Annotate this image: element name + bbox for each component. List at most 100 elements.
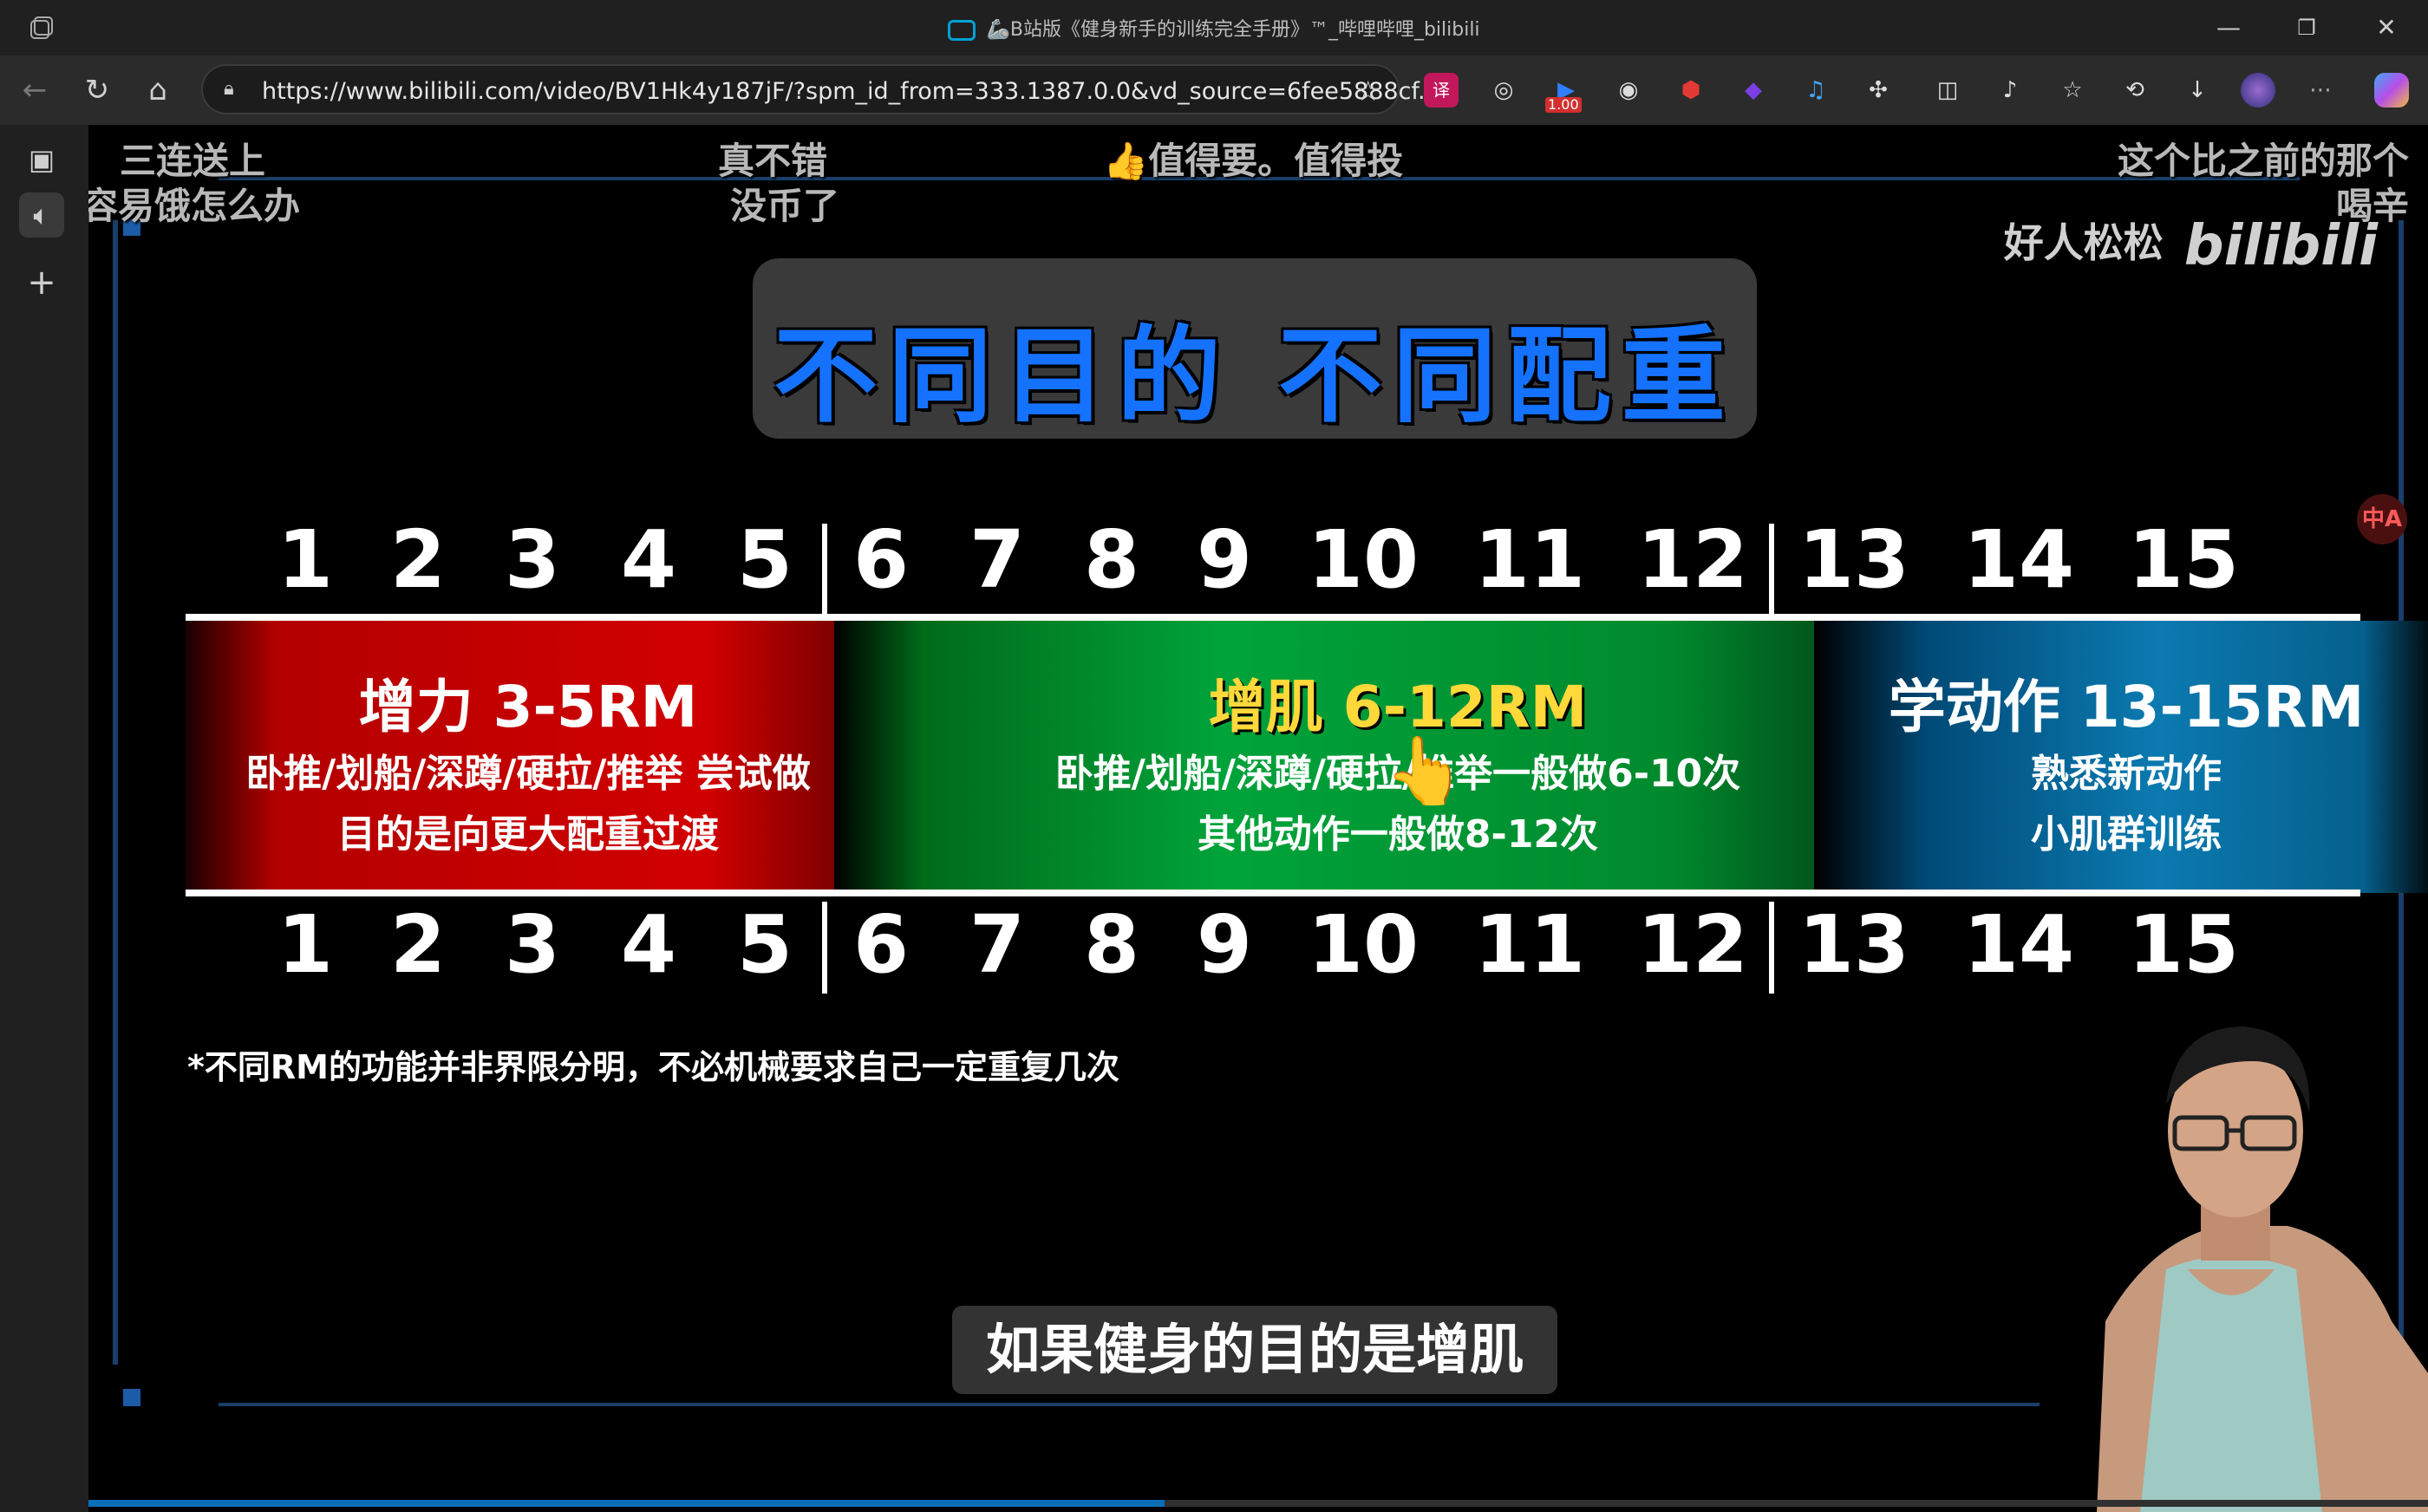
rep-number: 2 — [389, 513, 446, 606]
danmaku-comment: 没币了 — [730, 185, 840, 227]
bilibili-logo: bilibili — [2183, 213, 2378, 278]
favorites-icon[interactable]: ☆ — [2055, 73, 2090, 108]
minimize-button[interactable]: — — [2203, 10, 2255, 45]
rep-number: 12 — [1637, 898, 1749, 991]
rep-number: 7 — [969, 513, 1025, 606]
bilibili-tab-icon — [948, 20, 976, 41]
copilot-icon[interactable] — [2374, 73, 2409, 108]
tab-icon[interactable]: ▣ — [19, 137, 64, 182]
video-progress-fill — [88, 1500, 1165, 1507]
window-title-text: 🦾B站版《健身新手的训练完全手册》™_哔哩哔哩_bilibili — [986, 19, 1480, 41]
glasses-ext-icon[interactable]: ◎ — [1486, 73, 1521, 108]
home-icon[interactable]: ⌂ — [137, 69, 179, 111]
ublock-ext-icon[interactable]: ⬢ — [1674, 73, 1708, 108]
video-player[interactable]: 三连送上 容易饿怎么办 真不错 没币了 👍值得要。值得投 这个比之前的那个 喝辛… — [88, 125, 2428, 1512]
translate-ext-icon[interactable]: 译 — [1424, 73, 1459, 108]
speaker-icon[interactable]: 🔈︎ — [19, 192, 64, 238]
scale-divider — [1769, 524, 1774, 616]
learning-line-1: 熟悉新动作 — [2031, 752, 2222, 796]
download-icon[interactable]: ↓ — [2180, 73, 2215, 108]
strength-text: 增力 3-5RM 卧推/划船/深蹲/硬拉/推举 尝试做 目的是向更大配重过渡 — [186, 661, 871, 865]
rep-number: 4 — [620, 513, 676, 606]
rep-number: 11 — [1474, 513, 1586, 606]
window-titlebar: 🦾B站版《健身新手的训练完全手册》™_哔哩哔哩_bilibili — ❐ ✕ — [0, 0, 2428, 55]
more-icon[interactable]: ⋯ — [2303, 73, 2338, 108]
footnote-text: *不同RM的功能并非界限分明，不必机械要求自己一定重复几次 — [187, 1048, 1119, 1086]
rep-number: 13 — [1798, 513, 1910, 606]
rep-number: 1 — [277, 513, 333, 606]
scale-divider — [1769, 902, 1774, 994]
hud-frame-left — [113, 220, 118, 1365]
rep-number: 8 — [1083, 513, 1139, 606]
rep-number: 9 — [1196, 898, 1252, 991]
close-button[interactable]: ✕ — [2360, 10, 2412, 45]
rep-number: 10 — [1308, 898, 1420, 991]
vertical-sidebar: ▣ 🔈︎ + — [0, 125, 87, 1512]
rep-number: 15 — [2128, 513, 2240, 606]
rep-number: 12 — [1637, 513, 1749, 606]
back-icon[interactable]: ← — [14, 69, 55, 111]
uploader-watermark: 好人松松 bilibili — [2004, 212, 2378, 278]
rep-number: 5 — [736, 513, 793, 606]
rep-number: 11 — [1474, 898, 1586, 991]
rep-number: 1 — [277, 898, 333, 991]
scale-divider — [822, 902, 827, 994]
rep-number: 14 — [1963, 513, 2075, 606]
headline-text: 不同目的 不同配重 — [773, 316, 1736, 437]
add-icon[interactable]: + — [19, 260, 64, 305]
restore-button[interactable]: ❐ — [2281, 10, 2333, 45]
translate-badge-icon[interactable]: 中A — [2357, 494, 2407, 544]
cube-ext-icon[interactable]: ◆ — [1736, 73, 1771, 108]
star-icon[interactable]: ☆ — [1355, 75, 1380, 108]
video-progress-bar[interactable] — [88, 1500, 2428, 1507]
scale-line-bottom — [186, 890, 2360, 896]
rep-number: 8 — [1083, 898, 1139, 991]
strength-line-2: 目的是向更大配重过渡 — [337, 812, 719, 857]
rep-scale-bottom: 1 2 3 4 5 6 7 8 9 10 11 12 13 14 15 — [88, 898, 2428, 994]
strength-title: 增力 3-5RM — [358, 674, 698, 740]
rep-number: 6 — [852, 513, 909, 606]
danmaku-comment: 容易饿怎么办 — [88, 185, 301, 227]
headline-box: 不同目的 不同配重 — [753, 258, 1757, 439]
rep-number: 7 — [969, 898, 1025, 991]
rep-number: 9 — [1196, 513, 1252, 606]
address-bar[interactable]: 🔒︎ https://www.bilibili.com/video/BV1Hk4… — [201, 64, 1440, 114]
rep-number: 3 — [504, 898, 560, 991]
strength-line-1: 卧推/划船/深蹲/硬拉/推举 尝试做 — [245, 752, 811, 796]
rep-number: 6 — [852, 898, 909, 991]
rep-number: 13 — [1798, 898, 1910, 991]
rep-number: 15 — [2128, 898, 2240, 991]
reload-icon[interactable]: ↻ — [76, 69, 118, 111]
scale-divider — [822, 524, 827, 616]
profile-avatar[interactable] — [2241, 73, 2275, 108]
url-text[interactable]: https://www.bilibili.com/video/BV1Hk4y18… — [262, 78, 1440, 105]
split-screen-icon[interactable]: ◫ — [1930, 73, 1965, 108]
rep-number: 14 — [1963, 898, 2075, 991]
media-control-icon[interactable]: ♪ — [1993, 73, 2027, 108]
hud-frame-bottom — [219, 1403, 2040, 1406]
rep-scale-top: 1 2 3 4 5 6 7 8 9 10 11 12 13 14 15 — [88, 513, 2428, 609]
rep-number: 5 — [736, 898, 793, 991]
danmaku-comment: 👍值得要。值得投 — [1103, 140, 1404, 182]
puzzle-icon[interactable]: ✣ — [1861, 73, 1896, 108]
rep-number: 4 — [620, 898, 676, 991]
history-icon[interactable]: ⟲ — [2118, 73, 2152, 108]
learning-line-2: 小肌群训练 — [2031, 812, 2222, 857]
pointing-hand-icon: 👆 — [1384, 732, 1466, 809]
learning-title: 学动作 13-15RM — [1888, 674, 2365, 740]
uploader-name: 好人松松 — [2003, 219, 2164, 266]
spy-ext-icon[interactable]: ◉ — [1611, 73, 1646, 108]
music-ext-icon[interactable]: ♫ — [1798, 73, 1833, 108]
video-speed-ext-icon[interactable]: ▶ 1.00 — [1545, 73, 1583, 113]
hud-corner-square — [123, 1389, 140, 1406]
presenter-video — [2097, 1026, 2428, 1512]
rep-number: 10 — [1308, 513, 1420, 606]
lock-icon[interactable]: 🔒︎ — [224, 78, 246, 101]
video-subtitle: 如果健身的目的是增肌 — [952, 1306, 1557, 1394]
rep-number: 3 — [504, 513, 560, 606]
learning-text: 学动作 13-15RM 熟悉新动作 小肌群训练 — [1831, 661, 2421, 865]
speed-badge: 1.00 — [1545, 97, 1582, 113]
hypertrophy-line-2: 其他动作一般做8-12次 — [1197, 812, 1599, 857]
rep-number: 2 — [389, 898, 446, 991]
scale-line-top — [186, 614, 2360, 621]
